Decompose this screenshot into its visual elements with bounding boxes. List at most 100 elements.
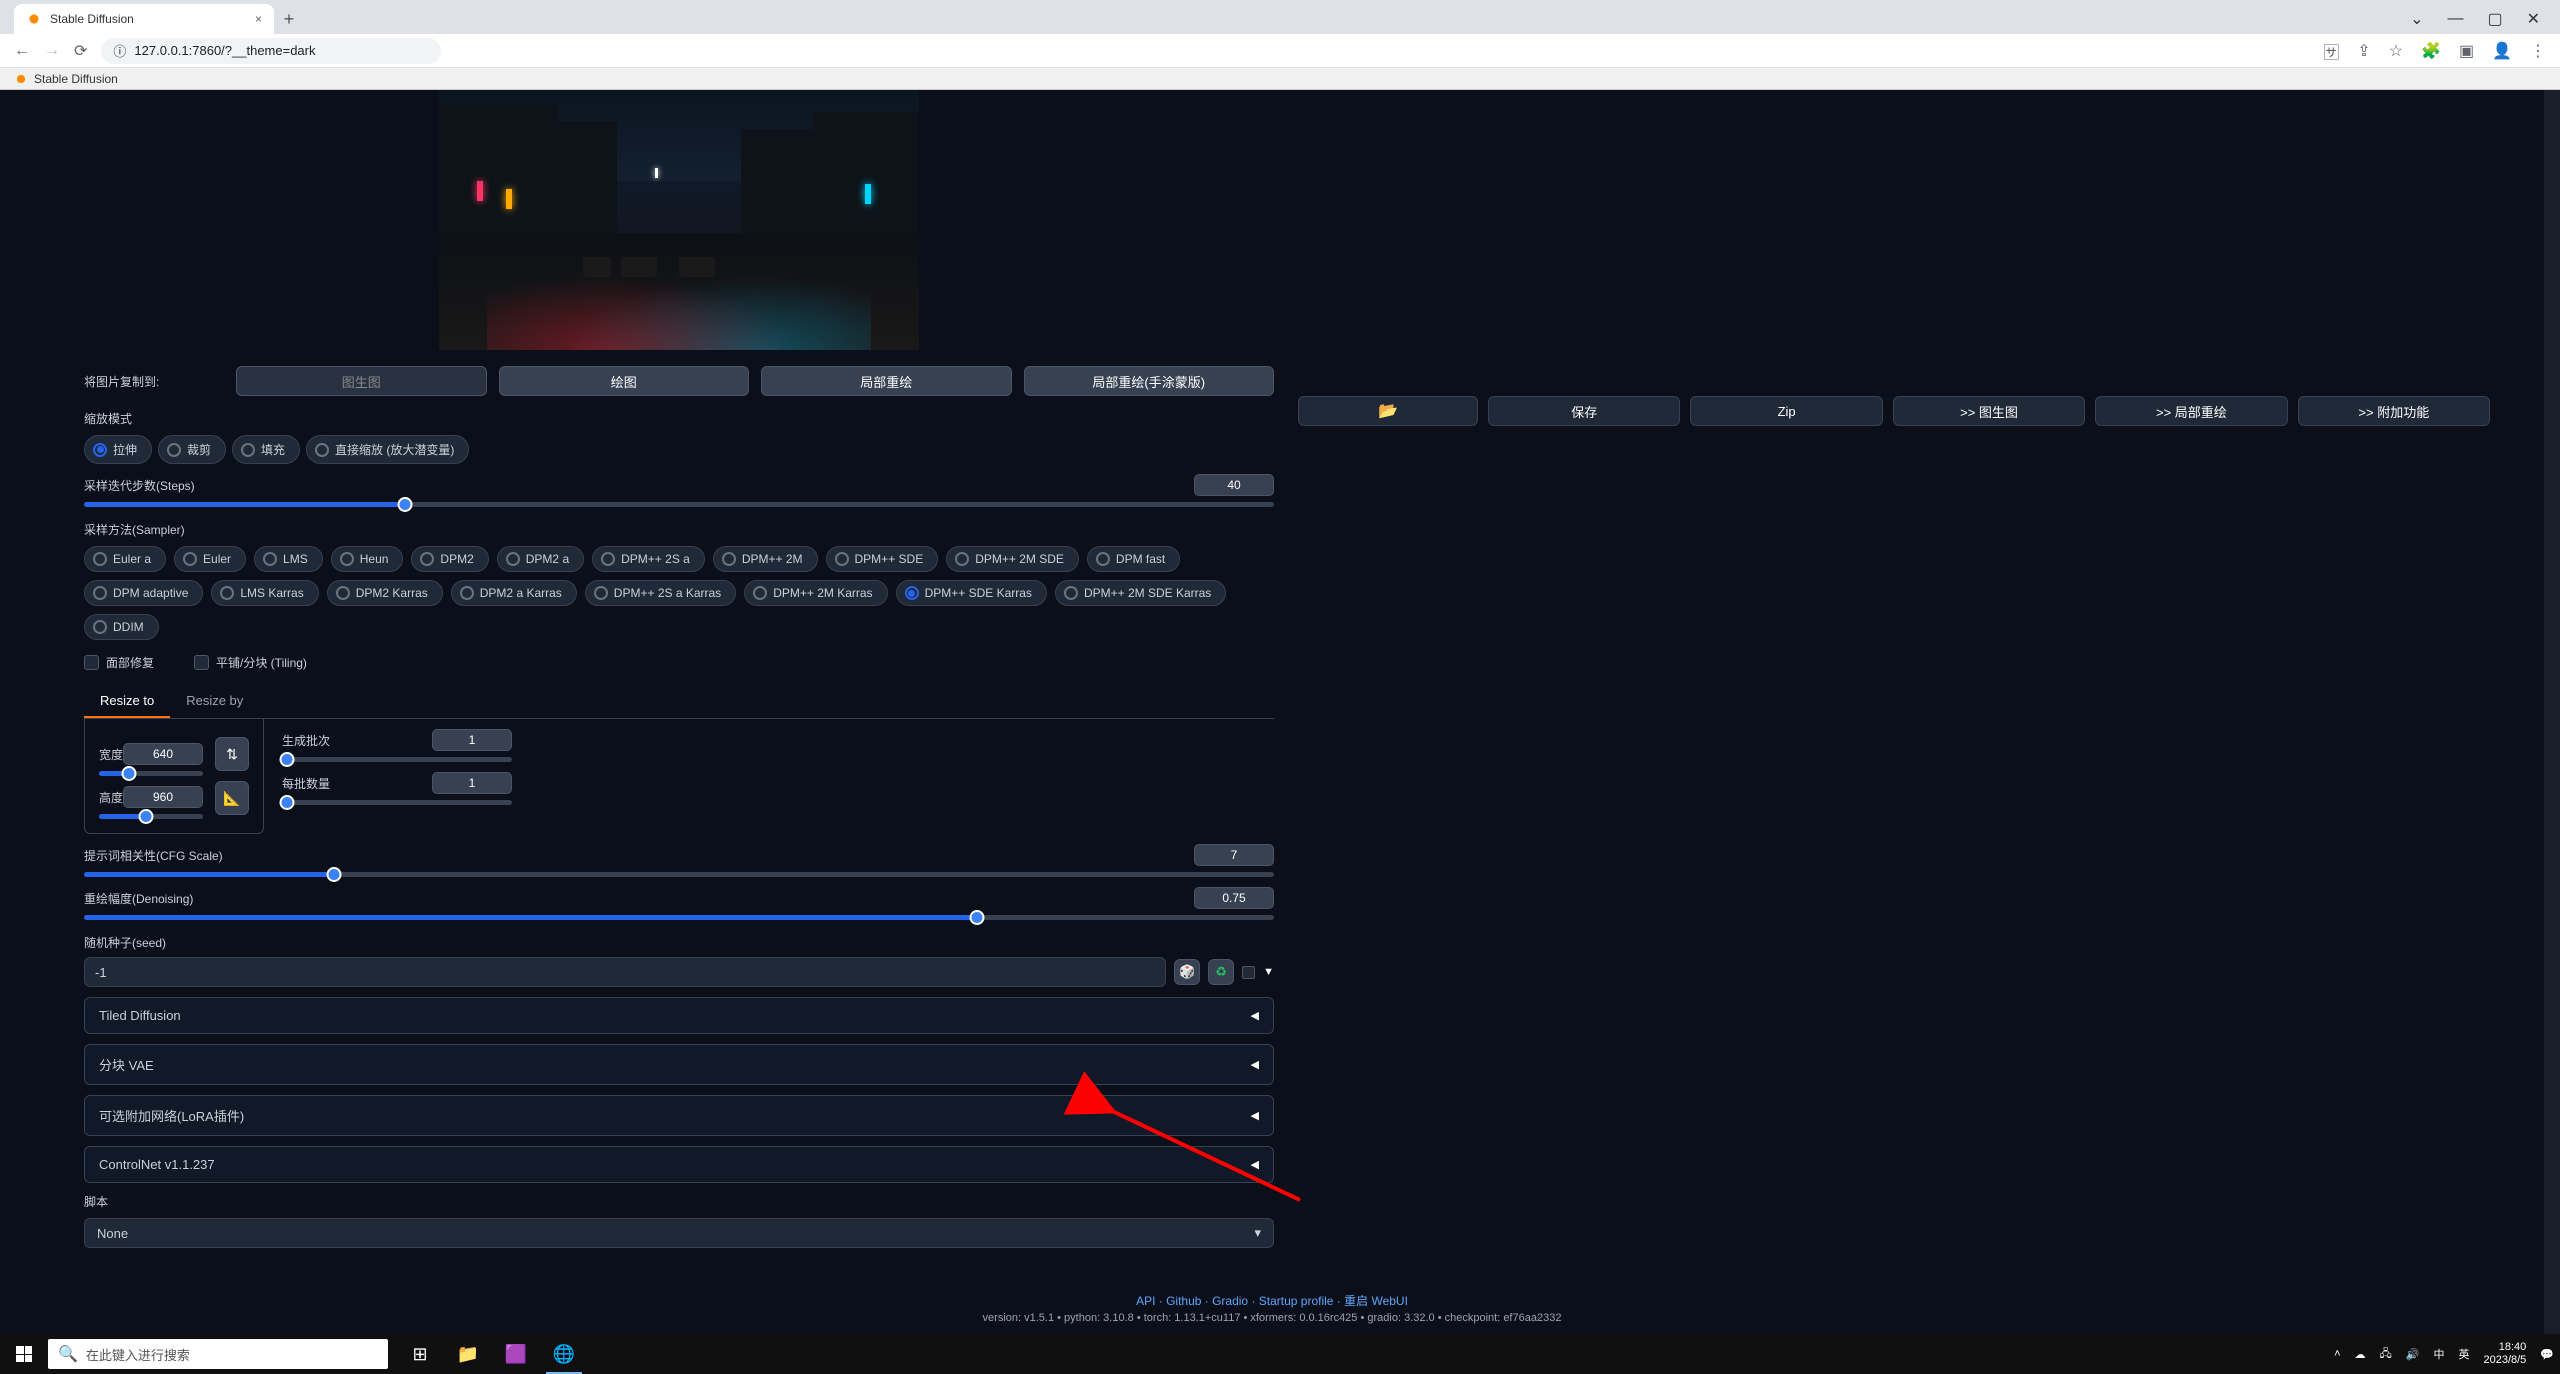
sampler-euler-a[interactable]: Euler a bbox=[84, 546, 166, 572]
sampler-dpmppsde-karras[interactable]: DPM++ SDE Karras bbox=[896, 580, 1047, 606]
resize-fill-radio[interactable]: 填充 bbox=[232, 435, 300, 464]
cfg-slider[interactable] bbox=[84, 872, 1274, 877]
sampler-dpm2a-karras[interactable]: DPM2 a Karras bbox=[451, 580, 577, 606]
chrome-icon[interactable]: 🌐 bbox=[542, 1334, 586, 1374]
tray-cloud-icon[interactable]: ☁ bbox=[2355, 1348, 2366, 1361]
tab-resize-by[interactable]: Resize by bbox=[170, 685, 259, 718]
vertical-scrollbar[interactable] bbox=[2544, 90, 2560, 1334]
copy-paint-button[interactable]: 绘图 bbox=[499, 366, 750, 396]
sampler-heun[interactable]: Heun bbox=[331, 546, 404, 572]
zip-button[interactable]: Zip bbox=[1690, 396, 1882, 426]
taskbar-search[interactable]: 🔍 在此键入进行搜索 bbox=[48, 1339, 388, 1369]
restore-faces-checkbox[interactable]: 面部修复 bbox=[84, 654, 154, 671]
sampler-dpm2a[interactable]: DPM2 a bbox=[497, 546, 584, 572]
sampler-dpmfast[interactable]: DPM fast bbox=[1087, 546, 1180, 572]
height-value[interactable]: 960 bbox=[123, 786, 203, 808]
reload-icon[interactable]: ⟳ bbox=[74, 41, 87, 61]
tiling-checkbox[interactable]: 平铺/分块 (Tiling) bbox=[194, 654, 307, 671]
open-folder-button[interactable]: 📂 bbox=[1298, 396, 1478, 426]
sampler-dpmpp2sa[interactable]: DPM++ 2S a bbox=[592, 546, 705, 572]
seed-reuse-button[interactable]: ♻ bbox=[1208, 959, 1234, 985]
menu-icon[interactable]: ⋮ bbox=[2530, 41, 2546, 61]
sampler-dpmppsde[interactable]: DPM++ SDE bbox=[826, 546, 939, 572]
sampler-dpmpp2m[interactable]: DPM++ 2M bbox=[713, 546, 818, 572]
tab-resize-to[interactable]: Resize to bbox=[84, 685, 170, 718]
tray-notifications-icon[interactable]: 💬 bbox=[2540, 1348, 2554, 1361]
tray-clock[interactable]: 18:402023/8/5 bbox=[2483, 1341, 2526, 1367]
send-img2img-button[interactable]: >> 图生图 bbox=[1893, 396, 2085, 426]
sampler-lms[interactable]: LMS bbox=[254, 546, 323, 572]
accordion-tiled-vae[interactable]: 分块 VAE◀ bbox=[84, 1044, 1274, 1085]
input-image-preview[interactable] bbox=[439, 90, 919, 350]
batch-size-value[interactable]: 1 bbox=[432, 772, 512, 794]
resize-crop-radio[interactable]: 裁剪 bbox=[158, 435, 226, 464]
output-gallery[interactable] bbox=[1298, 100, 2490, 390]
forward-icon[interactable]: → bbox=[44, 42, 60, 60]
sampler-euler[interactable]: Euler bbox=[174, 546, 246, 572]
sampler-dpmpp2m-karras[interactable]: DPM++ 2M Karras bbox=[744, 580, 887, 606]
sampler-dpmpp2msde-karras[interactable]: DPM++ 2M SDE Karras bbox=[1055, 580, 1226, 606]
translate-icon[interactable]: 🈂 bbox=[2323, 39, 2339, 63]
system-tray[interactable]: ˄ ☁ 🖧 🔊 中 英 18:402023/8/5 💬 bbox=[2334, 1341, 2560, 1367]
browser-tab[interactable]: Stable Diffusion × bbox=[14, 4, 274, 34]
new-tab-button[interactable]: + bbox=[274, 4, 304, 34]
close-icon[interactable]: ✕ bbox=[2527, 9, 2540, 29]
back-icon[interactable]: ← bbox=[14, 42, 30, 60]
copy-inpaint-button[interactable]: 局部重绘 bbox=[761, 366, 1012, 396]
minimize-icon[interactable]: — bbox=[2447, 10, 2463, 28]
explorer-icon[interactable]: 📁 bbox=[446, 1334, 490, 1374]
sidepanel-icon[interactable]: ▣ bbox=[2459, 41, 2474, 61]
seed-extra-checkbox[interactable] bbox=[1242, 966, 1255, 979]
sampler-dpmpp2sa-karras[interactable]: DPM++ 2S a Karras bbox=[585, 580, 736, 606]
tray-sound-icon[interactable]: 🔊 bbox=[2406, 1348, 2420, 1361]
seed-input[interactable] bbox=[84, 957, 1166, 987]
url-input[interactable]: ⓘ 127.0.0.1:7860/?__theme=dark bbox=[101, 38, 441, 64]
accordion-controlnet[interactable]: ControlNet v1.1.237◀ bbox=[84, 1146, 1274, 1183]
height-slider[interactable] bbox=[99, 814, 203, 819]
width-value[interactable]: 640 bbox=[123, 743, 203, 765]
task-view-icon[interactable]: ⊞ bbox=[398, 1334, 442, 1374]
cfg-value[interactable]: 7 bbox=[1194, 844, 1274, 866]
app-icon-1[interactable]: 🟪 bbox=[494, 1334, 538, 1374]
tray-network-icon[interactable]: 🖧 bbox=[2380, 1345, 2392, 1364]
sampler-dpmpp2msde[interactable]: DPM++ 2M SDE bbox=[946, 546, 1079, 572]
denoise-slider[interactable] bbox=[84, 915, 1274, 920]
script-select[interactable]: None▾ bbox=[84, 1218, 1274, 1248]
steps-slider[interactable] bbox=[84, 502, 1274, 507]
steps-value[interactable]: 40 bbox=[1194, 474, 1274, 496]
sampler-dpm2-karras[interactable]: DPM2 Karras bbox=[327, 580, 443, 606]
accordion-tiled-diffusion[interactable]: Tiled Diffusion◀ bbox=[84, 997, 1274, 1034]
tray-ime-lang[interactable]: 中 bbox=[2433, 1346, 2444, 1362]
chevron-down-icon[interactable]: ⌄ bbox=[2410, 9, 2423, 29]
extensions-icon[interactable]: 🧩 bbox=[2421, 41, 2441, 61]
sampler-dpm-adaptive[interactable]: DPM adaptive bbox=[84, 580, 203, 606]
seed-expand-icon[interactable]: ▼ bbox=[1263, 966, 1274, 978]
batch-count-value[interactable]: 1 bbox=[432, 729, 512, 751]
detect-dims-button[interactable]: 📐 bbox=[215, 781, 249, 815]
denoise-value[interactable]: 0.75 bbox=[1194, 887, 1274, 909]
start-button[interactable] bbox=[0, 1334, 48, 1374]
profile-icon[interactable]: 👤 bbox=[2492, 41, 2512, 61]
width-slider[interactable] bbox=[99, 771, 203, 776]
tray-ime[interactable]: 英 bbox=[2458, 1346, 2469, 1362]
seed-random-button[interactable]: 🎲 bbox=[1174, 959, 1200, 985]
batch-count-slider[interactable] bbox=[282, 757, 512, 762]
accordion-lora[interactable]: 可选附加网络(LoRA插件)◀ bbox=[84, 1095, 1274, 1136]
bookmark-icon[interactable]: ☆ bbox=[2389, 41, 2403, 61]
tab-close-icon[interactable]: × bbox=[255, 12, 262, 26]
copy-inpaint-sketch-button[interactable]: 局部重绘(手涂蒙版) bbox=[1024, 366, 1275, 396]
swap-dims-button[interactable]: ⇅ bbox=[215, 737, 249, 771]
maximize-icon[interactable]: ▢ bbox=[2487, 9, 2502, 29]
save-button[interactable]: 保存 bbox=[1488, 396, 1680, 426]
sampler-lms-karras[interactable]: LMS Karras bbox=[211, 580, 318, 606]
send-extras-button[interactable]: >> 附加功能 bbox=[2298, 396, 2490, 426]
footer-links[interactable]: API · Github · Gradio · Startup profile … bbox=[0, 1292, 2544, 1309]
send-inpaint-button[interactable]: >> 局部重绘 bbox=[2095, 396, 2287, 426]
resize-latent-radio[interactable]: 直接缩放 (放大潜变量) bbox=[306, 435, 469, 464]
copy-img2img-button[interactable]: 图生图 bbox=[236, 366, 487, 396]
share-icon[interactable]: ⇪ bbox=[2357, 41, 2370, 61]
sampler-ddim[interactable]: DDIM bbox=[84, 614, 159, 640]
resize-stretch-radio[interactable]: 拉伸 bbox=[84, 435, 152, 464]
sampler-dpm2[interactable]: DPM2 bbox=[411, 546, 488, 572]
batch-size-slider[interactable] bbox=[282, 800, 512, 805]
